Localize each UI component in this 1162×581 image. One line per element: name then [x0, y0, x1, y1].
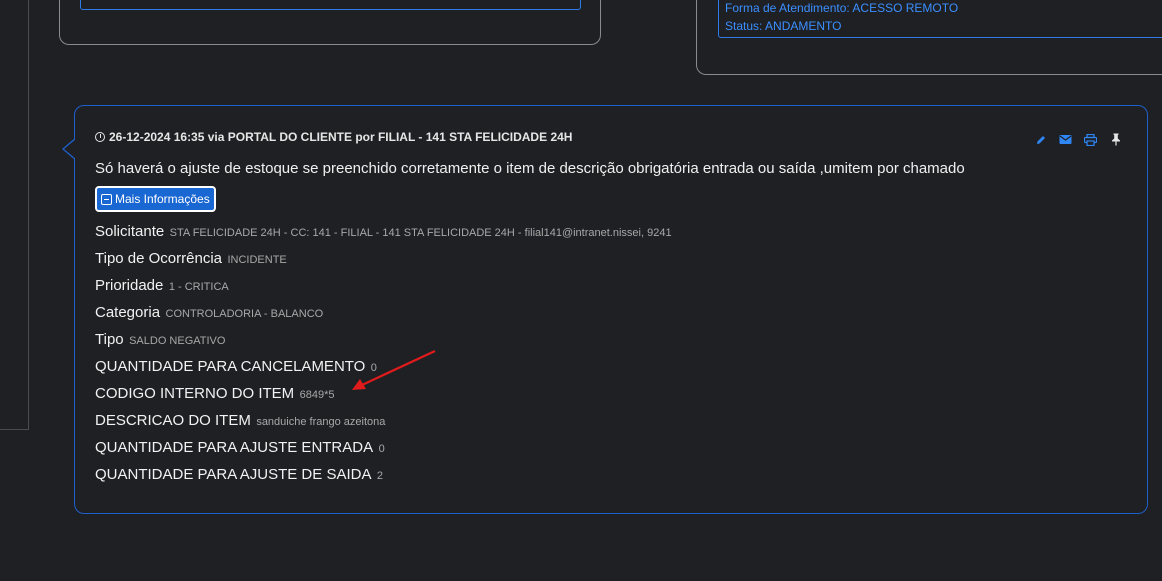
ticket-message-card: 26-12-2024 16:35 via PORTAL DO CLIENTE p… [62, 105, 1148, 514]
field-prioridade: Prioridade 1 - CRITICA [95, 277, 672, 304]
field-label: Categoria [95, 304, 161, 321]
pin-icon[interactable] [1108, 132, 1123, 147]
left-panel-border-bottom [0, 429, 29, 430]
field-label: Solicitante [95, 223, 165, 240]
ticket-info-card: Forma de Atendimento: ACESSO REMOTO Stat… [696, 0, 1162, 75]
field-value: STA FELICIDADE 24H - CC: 141 - FILIAL - … [169, 227, 672, 239]
field-label: QUANTIDADE PARA AJUSTE DE SAIDA [95, 466, 372, 483]
field-value: INCIDENTE [227, 254, 287, 266]
print-icon[interactable] [1083, 132, 1098, 147]
field-descricao-item: DESCRICAO DO ITEM sanduiche frango azeit… [95, 412, 672, 439]
forma-atendimento: Forma de Atendimento: ACESSO REMOTO [725, 1, 959, 15]
message-meta-text: 26-12-2024 16:35 via PORTAL DO CLIENTE p… [109, 130, 573, 144]
field-label: QUANTIDADE PARA CANCELAMENTO [95, 358, 366, 375]
more-info-button[interactable]: Mais Informações [95, 186, 216, 212]
field-value: 2 [376, 470, 384, 482]
pencil-icon[interactable] [1033, 132, 1048, 147]
field-categoria: Categoria CONTROLADORIA - BALANCO [95, 304, 672, 331]
ticket-info-box: Forma de Atendimento: ACESSO REMOTO Stat… [718, 0, 1162, 38]
message-actions [1033, 132, 1123, 147]
page: Forma de Atendimento: ACESSO REMOTO Stat… [0, 0, 1162, 581]
field-label: QUANTIDADE PARA AJUSTE ENTRADA [95, 439, 374, 456]
collapse-icon [101, 193, 112, 205]
field-label: Tipo [95, 331, 124, 348]
field-ajuste-entrada: QUANTIDADE PARA AJUSTE ENTRADA 0 [95, 439, 672, 466]
previous-message-card [59, 0, 601, 45]
more-info-label: Mais Informações [115, 192, 210, 206]
field-value: 1 - CRITICA [168, 281, 229, 293]
field-value: SALDO NEGATIVO [129, 335, 226, 347]
field-tipo-ocorrencia: Tipo de Ocorrência INCIDENTE [95, 250, 672, 277]
field-value: 6849*5 [299, 389, 335, 401]
field-value: sanduiche frango azeitona [256, 416, 386, 428]
card-pointer-fill [64, 139, 76, 159]
clock-icon [95, 132, 105, 142]
field-value: CONTROLADORIA - BALANCO [165, 308, 324, 320]
message-description: Só haverá o ajuste de estoque se preench… [95, 160, 965, 177]
previous-message-box [80, 0, 581, 10]
field-label: Prioridade [95, 277, 164, 294]
field-ajuste-saida: QUANTIDADE PARA AJUSTE DE SAIDA 2 [95, 466, 672, 493]
field-label: DESCRICAO DO ITEM [95, 412, 251, 429]
field-label: Tipo de Ocorrência [95, 250, 223, 267]
annotation-arrow [352, 350, 436, 390]
ticket-status: Status: ANDAMENTO [725, 19, 842, 33]
field-value: 0 [378, 443, 385, 455]
envelope-icon[interactable] [1058, 132, 1073, 147]
field-label: CODIGO INTERNO DO ITEM [95, 385, 295, 402]
field-solicitante: Solicitante STA FELICIDADE 24H - CC: 141… [95, 223, 672, 250]
left-panel-border [28, 0, 29, 430]
message-meta: 26-12-2024 16:35 via PORTAL DO CLIENTE p… [95, 130, 572, 144]
